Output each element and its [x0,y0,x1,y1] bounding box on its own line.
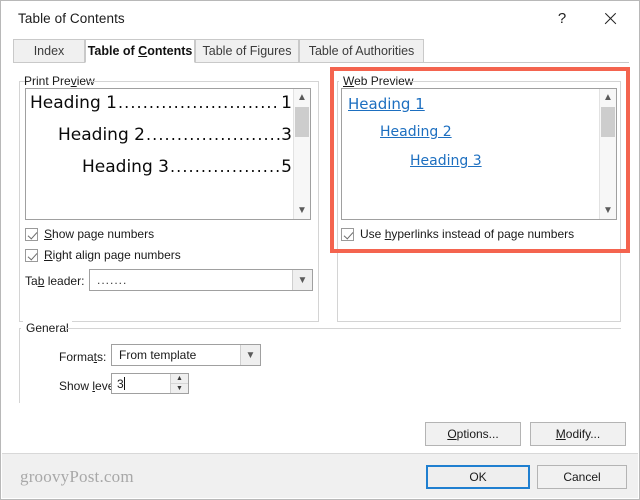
general-group-rule-right [67,328,621,329]
watermark: groovyPost.com [20,467,134,486]
web-preview-link-heading-2[interactable]: Heading 2 [380,124,452,140]
tab-leader-label: Tab leader: [25,274,85,288]
tab-index-label: Index [33,44,65,58]
print-preview-entry-2: Heading 2 ..............................… [30,125,292,145]
checkbox-box [25,248,38,262]
show-page-numbers-label: Show page numbers [44,227,155,241]
tab-table-of-authorities[interactable]: Table of Authorities [299,39,424,63]
formats-label: Formats: [59,350,107,364]
chevron-down-icon[interactable]: ▼ [600,202,616,219]
print-preview-entry-2-text: Heading 2 [58,125,145,145]
web-preview-group-rule-vertical-right [620,81,621,322]
web-preview-group-rule-bottom [337,321,621,322]
modify-button-label: Modify... [555,427,601,441]
print-preview-entry-2-leader: .............................. [145,125,281,144]
show-page-numbers-checkbox[interactable]: Show page numbers [25,227,154,241]
chevron-down-icon[interactable]: ▼ [240,345,260,365]
tab-leader-select[interactable]: ....... ▼ [89,269,313,291]
question-mark-icon: ? [557,10,567,27]
print-preview-entry-1-page: 1 [281,93,292,113]
web-preview-group-label: Web Preview [340,74,417,88]
print-preview-entry-3: Heading 3 ........................ 5 [30,157,292,177]
print-preview-scrollbar-thumb[interactable] [295,107,309,137]
formats-value: From template [119,348,197,362]
cancel-button-label: Cancel [563,470,601,484]
show-levels-stepper[interactable]: 3 ▲ ▼ [111,373,189,394]
tab-table-of-authorities-label: Table of Authorities [308,44,415,58]
ok-button-label: OK [469,470,487,484]
web-preview-scrollbar[interactable]: ▲ ▼ [599,89,616,219]
print-preview-box: Heading 1 ..............................… [25,88,311,220]
print-preview-group-rule-vertical [19,81,20,321]
print-preview-entry-3-page: 5 [281,157,292,177]
tab-index[interactable]: Index [13,39,85,63]
right-align-page-numbers-label: Right align page numbers [44,248,181,262]
checkbox-box [341,227,354,241]
title-bar: Table of Contents ? [1,1,639,37]
web-preview-scrollbar-thumb[interactable] [601,107,615,137]
tab-table-of-figures-label: Table of Figures [202,44,292,58]
use-hyperlinks-checkbox[interactable]: Use hyperlinks instead of page numbers [341,227,574,241]
modify-button[interactable]: Modify... [530,422,626,446]
options-button[interactable]: Options... [425,422,521,446]
right-align-page-numbers-checkbox[interactable]: Right align page numbers [25,248,181,262]
chevron-up-icon[interactable]: ▲ [600,89,616,106]
tab-table-of-contents-label: Table of Contents [87,44,193,58]
web-preview-box: Heading 1 Heading 2 Heading 3 ▲ ▼ [341,88,617,220]
help-button[interactable]: ? [541,1,583,36]
print-preview-group-label: Print Preview [21,74,98,88]
ok-button[interactable]: OK [426,465,530,489]
spinner-down-icon[interactable]: ▼ [171,384,188,393]
chevron-up-icon[interactable]: ▲ [294,89,310,106]
web-preview-link-heading-1[interactable]: Heading 1 [348,95,425,113]
tab-leader-value: ....... [97,273,128,287]
formats-select[interactable]: From template ▼ [111,344,261,366]
general-group-label: General [23,321,72,335]
tab-strip: Index Table of Contents Table of Figures… [13,39,629,63]
dialog-footer: groovyPost.com OK Cancel [2,453,638,498]
print-preview-entry-1-text: Heading 1 [30,93,117,113]
chevron-down-icon[interactable]: ▼ [294,202,310,219]
print-preview-entry-3-leader: ........................ [169,157,281,176]
close-button[interactable] [589,1,631,36]
general-group-rule-vertical [19,328,20,403]
print-preview-entry-3-text: Heading 3 [82,157,169,177]
chevron-down-icon[interactable]: ▼ [292,270,312,290]
show-levels-spin-buttons[interactable]: ▲ ▼ [170,374,188,393]
show-levels-input[interactable]: 3 [112,376,170,391]
page-title: Table of Contents [18,11,125,26]
close-icon [603,12,617,26]
print-preview-group-rule-right [89,81,319,82]
show-levels-value: 3 [117,376,124,391]
cancel-button[interactable]: Cancel [537,465,627,489]
print-preview-scrollbar[interactable]: ▲ ▼ [293,89,310,219]
web-preview-link-heading-3[interactable]: Heading 3 [410,153,482,169]
use-hyperlinks-label: Use hyperlinks instead of page numbers [360,227,575,241]
text-caret [123,376,125,390]
web-preview-group-rule-right [409,81,621,82]
spinner-up-icon[interactable]: ▲ [171,374,188,384]
print-preview-entry-1: Heading 1 ..............................… [30,93,292,113]
print-preview-group-rule-vertical-right [318,81,319,322]
tab-table-of-figures[interactable]: Table of Figures [195,39,299,63]
web-preview-group-rule-vertical [337,81,338,321]
options-button-label: Options... [447,427,499,441]
tab-table-of-contents[interactable]: Table of Contents [85,39,195,63]
print-preview-entry-1-leader: ................................... [117,93,280,112]
table-of-contents-dialog: Table of Contents ? Index Table of Conte… [0,0,640,500]
checkbox-box [25,227,38,241]
print-preview-entry-2-page: 3 [281,125,292,145]
